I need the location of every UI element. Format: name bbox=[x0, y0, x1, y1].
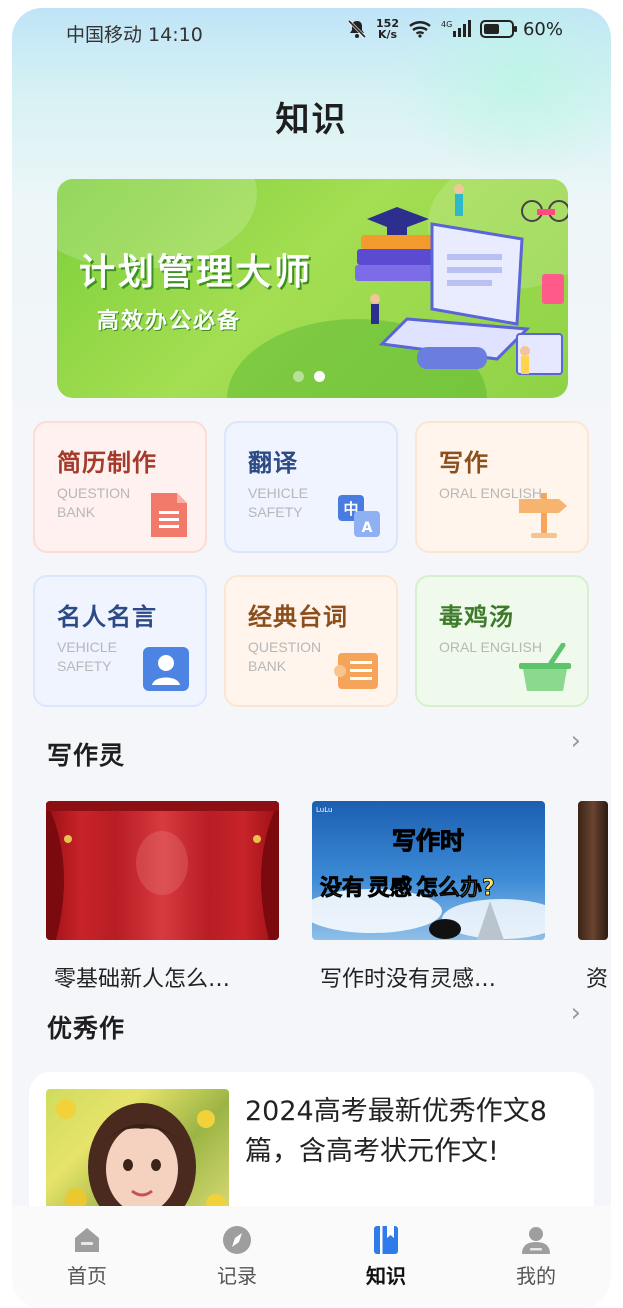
mute-bell-icon bbox=[347, 19, 367, 39]
svg-text:LuLu: LuLu bbox=[316, 806, 332, 814]
profile-icon bbox=[522, 1227, 550, 1254]
svg-text:中: 中 bbox=[343, 500, 358, 518]
app-screen: 中国移动 14:10 152 K/s 4G 60% 知识 计划管理大师 高效办公… bbox=[12, 8, 611, 1308]
bowl-icon bbox=[519, 643, 571, 691]
video-caption-2[interactable]: 写作时没有灵感… bbox=[320, 961, 540, 993]
banner-dot-1[interactable] bbox=[293, 371, 304, 382]
study-illustration bbox=[355, 184, 568, 375]
bottom-tab-bar: 首页 记录 知识 我的 bbox=[12, 1206, 611, 1308]
section-title-writing: 写作灵 bbox=[47, 741, 126, 770]
category-title: 经典台词 bbox=[248, 603, 348, 631]
svg-text:写作时: 写作时 bbox=[392, 827, 464, 855]
article-title: 2024高考最新优秀作文8篇，含高考状元作文! bbox=[245, 1096, 547, 1167]
video-thumbnail-1[interactable] bbox=[46, 801, 279, 940]
category-title: 写作 bbox=[439, 449, 489, 477]
scroll-icon bbox=[334, 653, 378, 689]
video-thumbnail-2[interactable]: LuLu 写作时 没有 灵感 怎么办? bbox=[312, 801, 545, 940]
book-icon bbox=[374, 1226, 398, 1254]
video-caption-1[interactable]: 零基础新人怎么… bbox=[54, 961, 274, 993]
tab-profile[interactable]: 我的 bbox=[486, 1224, 586, 1289]
promo-banner[interactable]: 计划管理大师 高效办公必备 bbox=[57, 179, 568, 398]
battery-icon bbox=[479, 20, 517, 38]
compass-icon bbox=[223, 1226, 251, 1254]
network-speed: 152 K/s bbox=[376, 17, 399, 41]
category-title: 名人名言 bbox=[57, 603, 157, 631]
banner-dot-2[interactable] bbox=[314, 371, 325, 382]
category-title: 翻译 bbox=[248, 449, 298, 477]
home-icon bbox=[75, 1228, 99, 1252]
translate-icon: 中 A bbox=[338, 495, 380, 537]
svg-text:4G: 4G bbox=[441, 20, 452, 29]
category-card-quotes[interactable]: 名人名言 VEHICLE SAFETY bbox=[33, 575, 207, 707]
section-title-excellent: 优秀作 bbox=[47, 1014, 126, 1043]
category-card-resume[interactable]: 简历制作 QUESTION BANK bbox=[33, 421, 207, 553]
page-title: 知识 bbox=[275, 100, 348, 140]
svg-text:A: A bbox=[362, 520, 373, 536]
curtain-image bbox=[46, 801, 279, 940]
category-title: 毒鸡汤 bbox=[439, 603, 514, 631]
tab-knowledge[interactable]: 知识 bbox=[336, 1224, 436, 1289]
category-card-soup[interactable]: 毒鸡汤 ORAL ENGLISH bbox=[415, 575, 589, 707]
svg-text:怎么办?: 怎么办? bbox=[416, 875, 495, 901]
video-caption-3[interactable]: 资 bbox=[586, 961, 608, 993]
wifi-icon bbox=[409, 21, 431, 38]
svg-text:没有: 没有 bbox=[320, 875, 364, 901]
carrier-time: 中国移动 14:10 bbox=[66, 24, 203, 46]
person-icon bbox=[143, 647, 189, 691]
battery-percent: 60% bbox=[522, 18, 563, 40]
category-card-lines[interactable]: 经典台词 QUESTION BANK bbox=[224, 575, 398, 707]
category-card-translate[interactable]: 翻译 VEHICLE SAFETY 中 A bbox=[224, 421, 398, 553]
video-thumbnail-3[interactable] bbox=[578, 801, 608, 940]
banner-subtitle: 高效办公必备 bbox=[97, 309, 242, 334]
tab-home[interactable]: 首页 bbox=[37, 1224, 137, 1289]
signal-icon: 4G bbox=[441, 20, 471, 37]
banner-pagination[interactable] bbox=[293, 371, 325, 382]
svg-text:灵感: 灵感 bbox=[368, 875, 412, 901]
tab-records[interactable]: 记录 bbox=[187, 1224, 287, 1289]
chevron-right-icon[interactable]: › bbox=[571, 726, 581, 756]
category-title: 简历制作 bbox=[57, 449, 157, 477]
status-bar: 中国移动 14:10 152 K/s 4G 60% bbox=[12, 8, 611, 54]
category-card-writing[interactable]: 写作 ORAL ENGLISH bbox=[415, 421, 589, 553]
chevron-right-icon[interactable]: › bbox=[571, 998, 581, 1028]
signpost-icon bbox=[519, 493, 567, 538]
sky-image: LuLu 写作时 没有 灵感 怎么办? bbox=[312, 806, 545, 940]
document-icon bbox=[151, 493, 187, 537]
banner-title: 计划管理大师 bbox=[79, 252, 314, 293]
